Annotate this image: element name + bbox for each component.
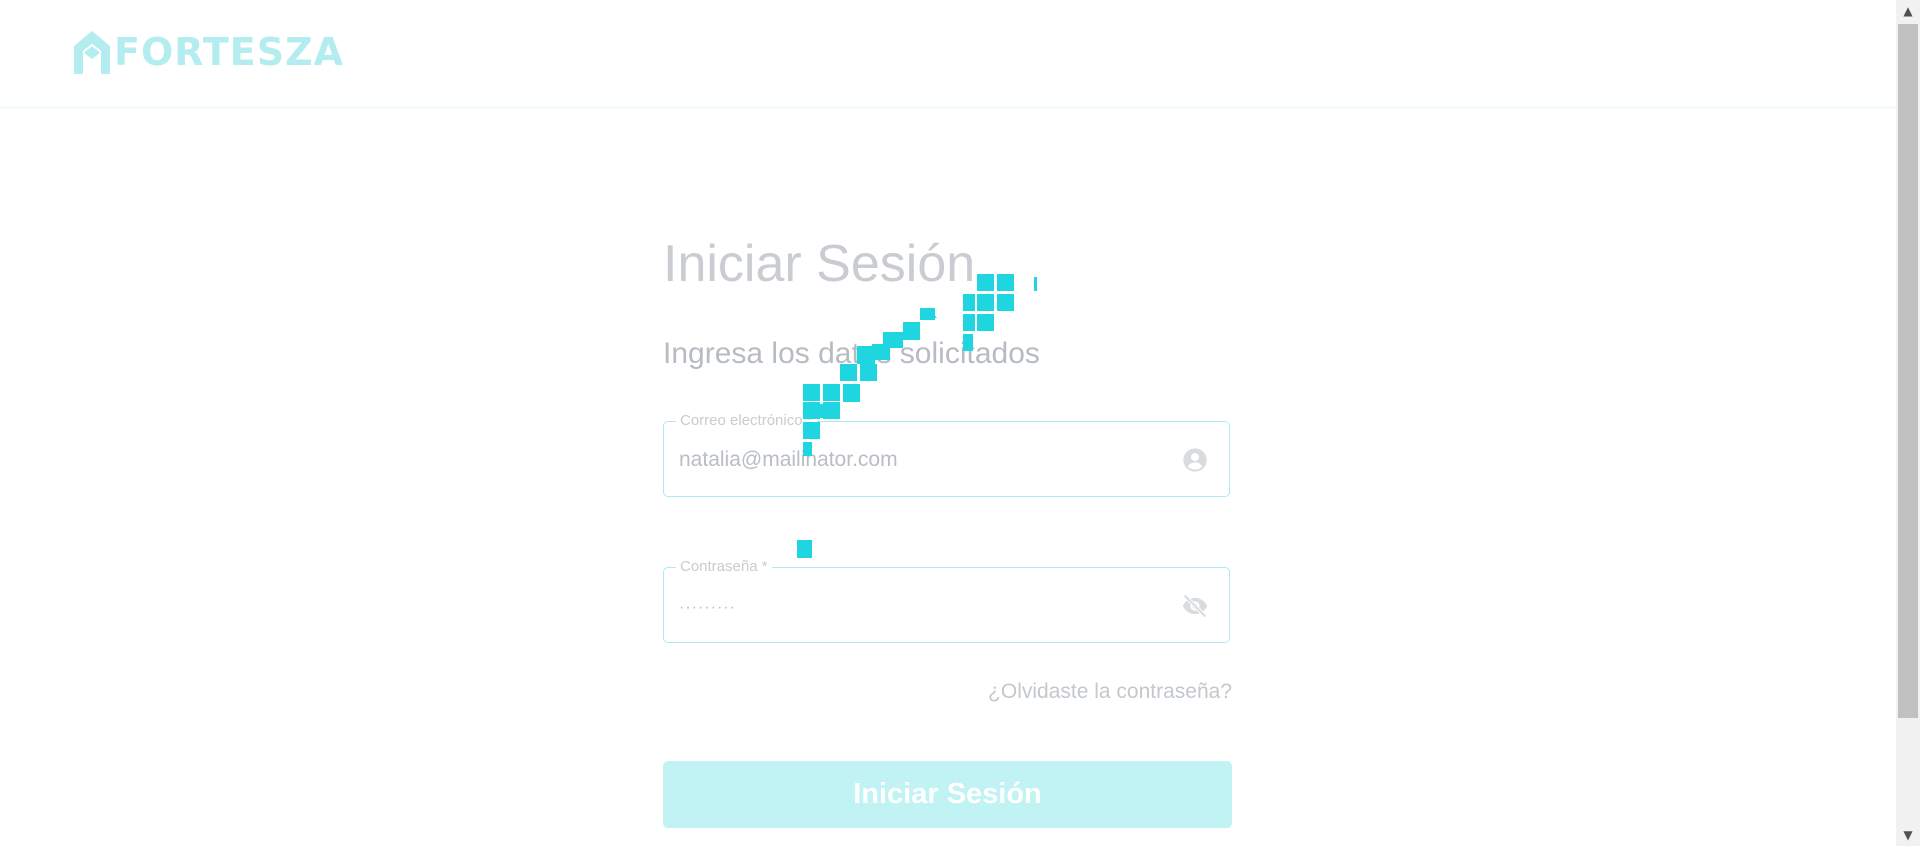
email-input[interactable]: natalia@mailinator.com <box>679 448 898 472</box>
page-title: Iniciar Sesión <box>663 235 976 293</box>
spinner-cell <box>797 540 812 558</box>
password-input[interactable]: ········· <box>679 599 736 617</box>
spinner-cell <box>803 384 820 401</box>
spinner-cell <box>977 294 994 311</box>
spinner-cell <box>920 308 935 320</box>
vertical-scrollbar[interactable]: ▲ ▼ <box>1896 0 1920 846</box>
spinner-cells <box>797 274 1037 558</box>
password-field[interactable]: Contraseña * ········· <box>663 558 1230 643</box>
spinner-cell <box>963 314 975 331</box>
forgot-password-link[interactable]: ¿Olvidaste la contraseña? <box>988 680 1232 704</box>
spinner-cell <box>817 404 827 418</box>
spinner-cell <box>843 384 860 402</box>
email-field[interactable]: Correo electrónico * natalia@mailinator.… <box>663 412 1230 497</box>
spinner-cell <box>823 402 840 419</box>
password-label: Contraseña * <box>676 558 772 575</box>
scroll-down-arrow-icon[interactable]: ▼ <box>1896 824 1920 846</box>
house-icon <box>74 31 110 74</box>
spinner-cell <box>920 308 937 318</box>
spinner-cell <box>1034 277 1037 291</box>
login-button[interactable]: Iniciar Sesión <box>663 761 1232 828</box>
scroll-up-arrow-icon[interactable]: ▲ <box>1896 0 1920 22</box>
spinner-cell <box>977 314 994 331</box>
spinner-cell <box>963 294 975 311</box>
top-header: FORTESZA <box>0 0 1896 109</box>
brand-logo[interactable]: FORTESZA <box>70 28 344 76</box>
email-label: Correo electrónico * <box>676 412 817 429</box>
eye-off-icon[interactable] <box>1181 592 1209 620</box>
spinner-cell <box>997 274 1014 291</box>
spinner-cell <box>997 294 1014 311</box>
scroll-thumb[interactable] <box>1898 24 1918 718</box>
page-subtitle: Ingresa los datos solicitados <box>663 337 1040 370</box>
spinner-cell <box>823 384 840 401</box>
brand-name: FORTESZA <box>114 30 345 74</box>
account-circle-icon <box>1183 448 1207 472</box>
spinner-cell <box>977 274 994 291</box>
